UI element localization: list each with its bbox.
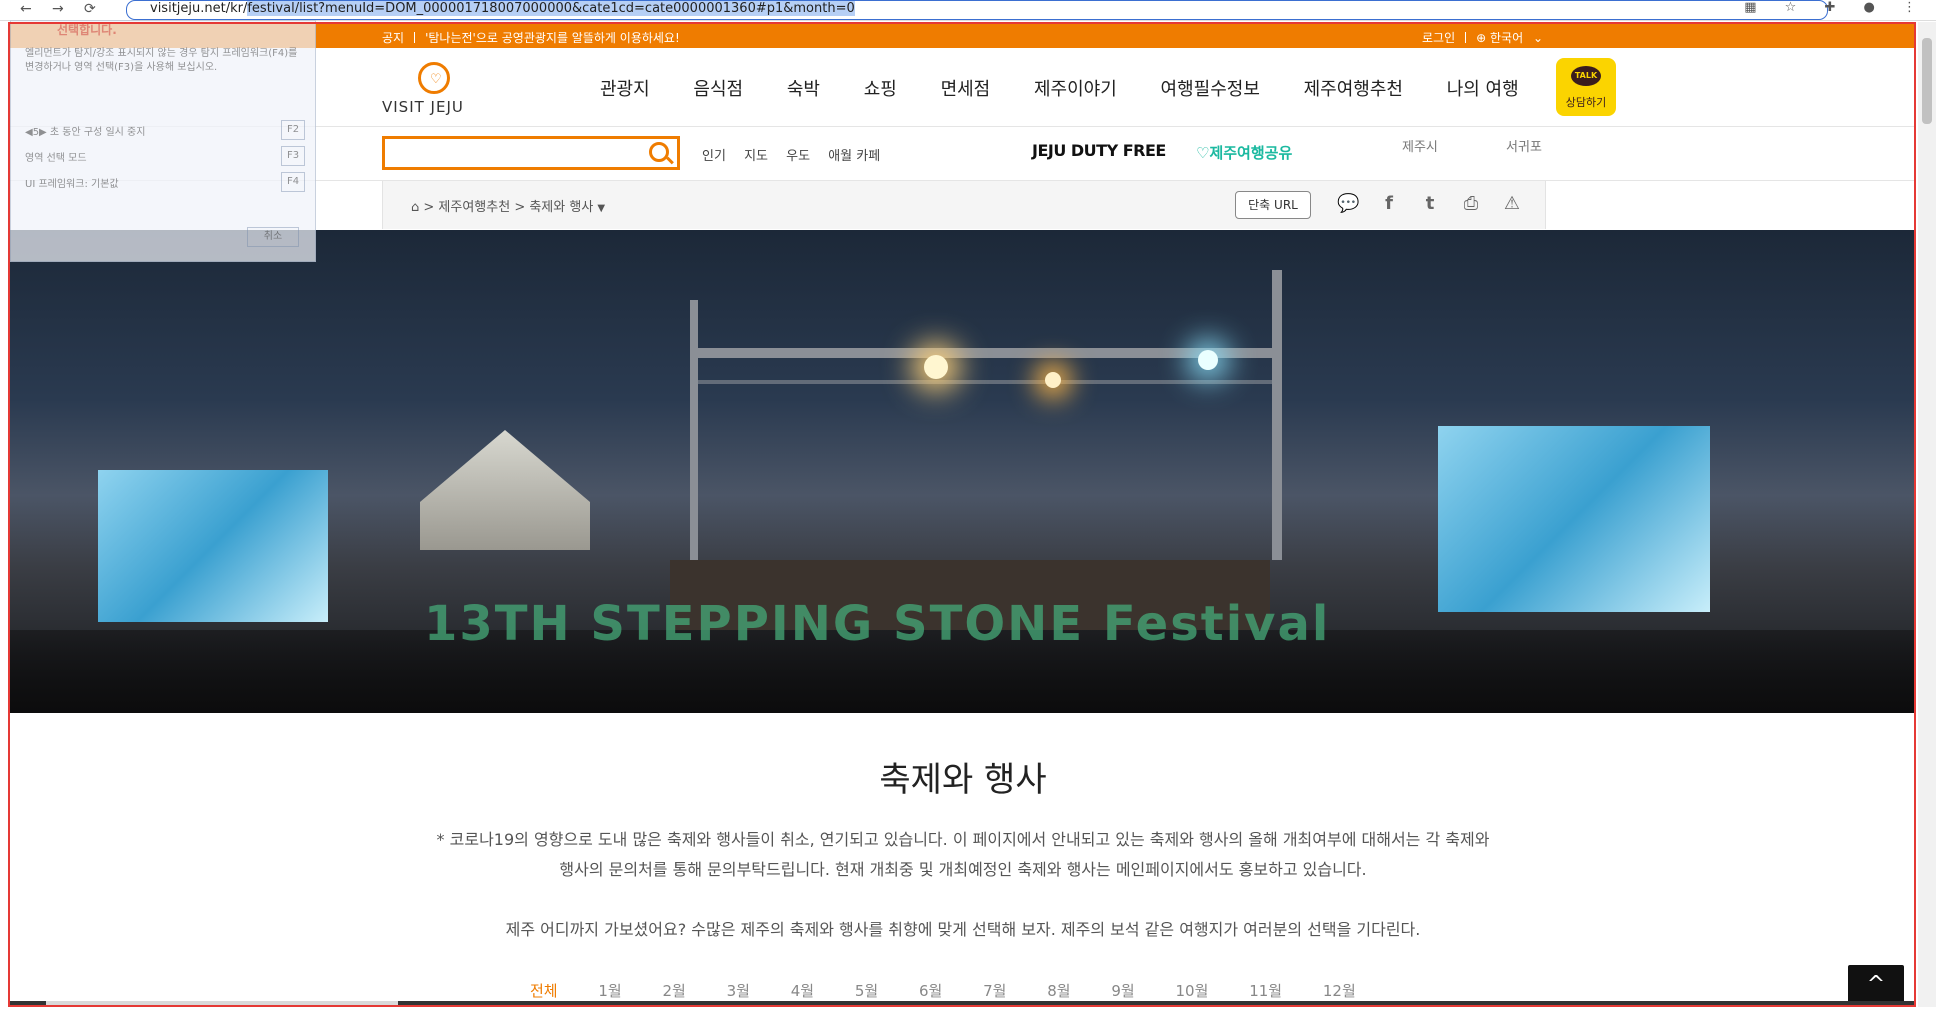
horizontal-scroll-thumb[interactable] <box>46 1001 398 1007</box>
tab-month-11[interactable]: 11월 <box>1249 982 1282 1000</box>
login-link[interactable]: 로그인 <box>1422 31 1455 45</box>
logo-text: VISIT JEJU <box>382 98 464 116</box>
bookmark-star-icon[interactable]: ☆ <box>1785 0 1797 15</box>
twitter-icon[interactable]: t <box>1419 193 1441 214</box>
forward-icon[interactable]: → <box>52 1 64 17</box>
breadcrumb-path[interactable]: > 제주여행추천 > 축제와 행사 <box>423 200 593 215</box>
language-select[interactable]: 한국어 <box>1490 31 1523 45</box>
nav-item-travel-info[interactable]: 여행필수정보 <box>1161 79 1260 100</box>
chevron-down-icon[interactable]: ⌄ <box>1533 31 1543 45</box>
travel-share-banner[interactable]: ♡제주여행공유 <box>1196 142 1292 163</box>
tab-month-3[interactable]: 3월 <box>727 982 750 1000</box>
breadcrumb-bar: ⌂ > 제주여행추천 > 축제와 행사 ▼ 단축 URL 💬 f t ⎙ ⚠ <box>382 181 1546 229</box>
tab-all[interactable]: 전체 <box>530 982 558 1000</box>
breadcrumb: ⌂ > 제주여행추천 > 축제와 행사 ▼ <box>411 196 605 215</box>
tab-month-1[interactable]: 1월 <box>598 982 621 1000</box>
extensions-icon[interactable]: ✚ <box>1824 0 1835 15</box>
tab-month-6[interactable]: 6월 <box>919 982 942 1000</box>
keyword-map[interactable]: 지도 <box>744 149 768 164</box>
overlay-cancel-button[interactable]: 취소 <box>247 227 299 247</box>
hero-image: 13TH STEPPING STONE Festival <box>10 230 1916 713</box>
profile-icon[interactable]: ● <box>1864 0 1875 15</box>
tab-month-2[interactable]: 2월 <box>663 982 686 1000</box>
overlay-row-region[interactable]: 영역 선택 모드 F3 <box>25 146 305 166</box>
region-jeju-city[interactable]: 제주시 <box>1402 140 1438 155</box>
scroll-top-button[interactable]: ^ <box>1848 965 1904 1005</box>
talk-label: 상담하기 <box>1565 96 1607 109</box>
search-icon[interactable] <box>649 142 669 162</box>
page-title: 축제와 행사 <box>879 760 1047 800</box>
nav-item-restaurants[interactable]: 음식점 <box>693 79 743 100</box>
dutyfree-banner[interactable]: JEJU DUTY FREE <box>1032 141 1166 160</box>
home-icon[interactable]: ⌂ <box>411 200 419 215</box>
alarm-icon[interactable]: ⚠ <box>1501 193 1523 214</box>
accessibility-tool-overlay: 선택합니다. 엘리먼트가 탐지/강조 표시되지 않는 경우 탐지 프레임워크(F… <box>10 20 316 262</box>
overlay-title: 선택합니다. <box>57 23 117 37</box>
talk-icon: TALK <box>1571 66 1601 86</box>
globe-icon: ⊕ <box>1476 31 1487 45</box>
nav-item-my-trip[interactable]: 나의 여행 <box>1447 79 1519 100</box>
nav-item-lodging[interactable]: 숙박 <box>787 79 820 100</box>
reload-icon[interactable]: ⟳ <box>84 1 96 17</box>
caret-down-icon[interactable]: ▼ <box>597 203 605 214</box>
page-notice-line1: * 코로나19의 영향으로 도내 많은 축제와 행사들이 취소, 연기되고 있습… <box>436 830 1490 849</box>
nav-item-shopping[interactable]: 쇼핑 <box>864 79 897 100</box>
vertical-scrollbar[interactable] <box>1918 22 1936 1007</box>
status-bar <box>0 1008 1936 1027</box>
browser-actions: ▦ ☆ ✚ ● ⋮ <box>1720 0 1916 15</box>
overlay-description: 엘리먼트가 탐지/강조 표시되지 않는 경우 탐지 프레임워크(F4)를 변경하… <box>25 48 298 73</box>
qr-icon[interactable]: ▦ <box>1744 0 1756 15</box>
notice-label: 공지 <box>382 31 405 45</box>
tab-month-12[interactable]: 12월 <box>1323 982 1356 1000</box>
url-text[interactable]: visitjeju.net/kr/festival/list?menuId=DO… <box>150 1 855 16</box>
kakao-talk-button[interactable]: TALK 상담하기 <box>1556 58 1616 116</box>
tab-month-5[interactable]: 5월 <box>855 982 878 1000</box>
kakaotalk-share-icon[interactable]: 💬 <box>1337 193 1359 214</box>
back-icon[interactable]: ← <box>20 1 32 17</box>
overlay-row-framework[interactable]: UI 프레임워크: 기본값 F4 <box>25 172 305 192</box>
hero-caption: 13TH STEPPING STONE Festival <box>424 596 1331 652</box>
page-notice-line2: 행사의 문의처를 통해 문의부탁드립니다. 현재 개최중 및 개최예정인 축제와… <box>559 860 1367 879</box>
nav-item-recommend[interactable]: 제주여행추천 <box>1304 79 1403 100</box>
tab-month-4[interactable]: 4월 <box>791 982 814 1000</box>
heart-icon: ♡ <box>1196 144 1210 162</box>
menu-icon[interactable]: ⋮ <box>1903 0 1916 15</box>
nav-item-attractions[interactable]: 관광지 <box>600 79 650 100</box>
tab-month-7[interactable]: 7월 <box>983 982 1006 1000</box>
facebook-icon[interactable]: f <box>1378 193 1400 214</box>
overlay-row-pause[interactable]: ◀5▶ 초 동안 구성 일시 중지 F2 <box>25 120 305 140</box>
region-links: 제주시 서귀포 <box>1402 136 1606 155</box>
region-seogwipo[interactable]: 서귀포 <box>1506 140 1542 155</box>
print-icon[interactable]: ⎙ <box>1460 193 1482 214</box>
notice-text[interactable]: '탐나는전'으로 공영관광지를 알뜰하게 이용하세요! <box>425 31 680 45</box>
quick-keywords: 인기 지도 우도 애월 카페 <box>702 145 894 164</box>
short-url-button[interactable]: 단축 URL <box>1235 191 1311 219</box>
tab-month-8[interactable]: 8월 <box>1047 982 1070 1000</box>
browser-toolbar: ← → ⟳ visitjeju.net/kr/festival/list?men… <box>0 0 1936 21</box>
nav-item-jeju-story[interactable]: 제주이야기 <box>1034 79 1117 100</box>
keyword-udo[interactable]: 우도 <box>786 149 810 164</box>
keyword-popular[interactable]: 인기 <box>702 149 726 164</box>
share-icons: 💬 f t ⎙ ⚠ <box>1337 193 1542 214</box>
vertical-scroll-thumb[interactable] <box>1922 38 1932 124</box>
logo-mark-icon: ♡ <box>418 62 450 94</box>
month-tabs: 전체 1월 2월 3월 4월 5월 6월 7월 8월 9월 10월 11월 12… <box>530 980 1392 1001</box>
search-input[interactable] <box>382 136 680 170</box>
tab-month-9[interactable]: 9월 <box>1111 982 1134 1000</box>
tab-month-10[interactable]: 10월 <box>1176 982 1209 1000</box>
keyword-aewol-cafe[interactable]: 애월 카페 <box>828 149 880 164</box>
page-intro: 제주 어디까지 가보셨어요? 수많은 제주의 축제와 행사를 취향에 맞게 선택… <box>505 920 1421 939</box>
main-navigation: 관광지 음식점 숙박 쇼핑 면세점 제주이야기 여행필수정보 제주여행추천 나의… <box>600 75 1557 101</box>
nav-item-dutyfree[interactable]: 면세점 <box>941 79 991 100</box>
